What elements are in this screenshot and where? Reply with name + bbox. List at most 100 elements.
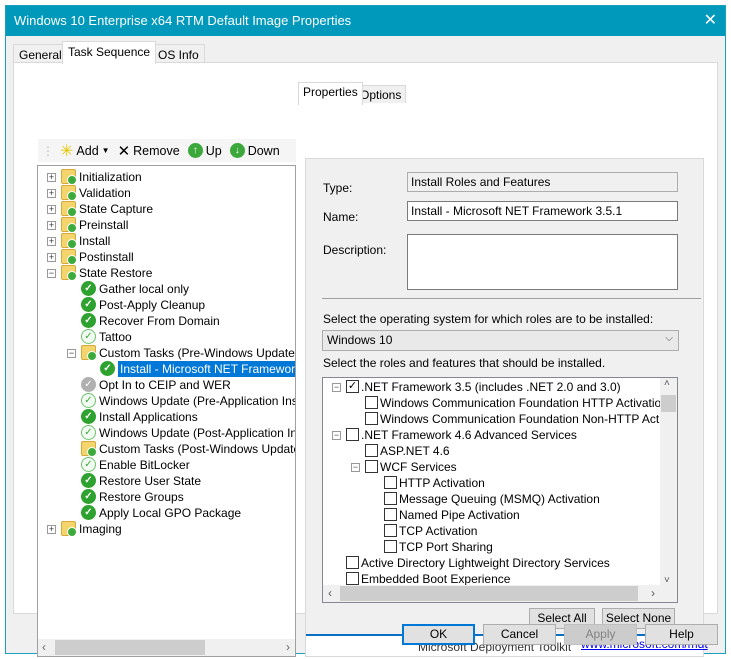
features-vertical-scrollbar[interactable]: ˄ ˅ <box>660 378 677 586</box>
feature-checkbox[interactable] <box>384 476 397 489</box>
feature-checkbox[interactable] <box>384 540 397 553</box>
feature-checkbox[interactable] <box>346 428 359 441</box>
collapse-icon[interactable]: − <box>332 383 341 392</box>
tab-task-sequence[interactable]: Task Sequence <box>62 41 157 64</box>
task-sequence-page: ⋮ ✳ Add ▼ ✕ Remove ↑ Up ↓ Down ‹ › + Initializ… <box>13 62 718 657</box>
tab-properties[interactable]: Properties <box>298 82 363 105</box>
feature-checkbox[interactable] <box>346 556 359 569</box>
tree-item-label: State Restore <box>79 266 153 280</box>
tree-item-label: Tattoo <box>99 330 132 344</box>
check-outline-icon: ✓ <box>81 393 96 408</box>
os-dropdown-value: Windows 10 <box>327 333 393 347</box>
feature-checkbox[interactable] <box>346 572 359 585</box>
collapse-icon[interactable]: − <box>47 269 56 278</box>
expand-icon[interactable]: + <box>47 189 56 198</box>
apply-button[interactable]: Apply <box>564 624 637 645</box>
feature-checkbox[interactable] <box>365 396 378 409</box>
feature-label: Windows Communication Foundation HTTP Ac… <box>380 396 668 410</box>
expand-icon[interactable]: + <box>47 173 56 182</box>
cancel-button[interactable]: Cancel <box>483 624 556 645</box>
remove-button[interactable]: ✕ Remove <box>116 142 182 160</box>
folder-icon <box>81 441 97 457</box>
feature-checkbox[interactable] <box>384 508 397 521</box>
scroll-left-icon[interactable]: ‹ <box>328 586 332 600</box>
tree-item-label: Gather local only <box>99 282 190 296</box>
help-button[interactable]: Help <box>645 624 718 645</box>
check-outline-icon: ✓ <box>81 425 96 440</box>
check-green-icon: ✓ <box>81 473 96 488</box>
up-button[interactable]: ↑ Up <box>186 143 224 158</box>
expand-icon[interactable]: + <box>47 253 56 262</box>
down-label: Down <box>247 143 280 158</box>
check-outline-icon: ✓ <box>81 457 96 472</box>
scrollbar-thumb[interactable] <box>661 395 676 412</box>
add-star-icon: ✳ <box>60 142 74 160</box>
scrollbar-thumb[interactable] <box>55 640 205 655</box>
feature-checkbox[interactable] <box>384 492 397 505</box>
scroll-left-icon[interactable]: ‹ <box>42 640 46 654</box>
check-green-icon: ✓ <box>100 361 115 376</box>
tree-item-label: Postinstall <box>79 250 134 264</box>
expand-icon[interactable]: + <box>47 525 56 534</box>
name-input[interactable]: Install - Microsoft NET Framework 3.5.1 <box>407 201 678 221</box>
feature-label: .NET Framework 4.6 Advanced Services <box>361 428 577 442</box>
tree-horizontal-scrollbar[interactable]: ‹ › <box>38 639 295 656</box>
feature-label: Message Queuing (MSMQ) Activation <box>399 492 600 506</box>
folder-icon <box>61 265 77 281</box>
feature-checkbox[interactable] <box>365 460 378 473</box>
tree-item-label: Install <box>79 234 111 248</box>
os-dropdown[interactable]: Windows 10 ⌵ <box>322 330 679 351</box>
title-bar[interactable]: Windows 10 Enterprise x64 RTM Default Im… <box>6 6 725 36</box>
tree-item-label: Validation <box>79 186 131 200</box>
tree-item-label: Custom Tasks (Pre-Windows Update) <box>99 346 296 360</box>
task-sequence-tree[interactable]: ‹ › + Initialization + Validation + State Cap… <box>37 165 296 657</box>
folder-icon <box>61 521 77 537</box>
window-title: Windows 10 Enterprise x64 RTM Default Im… <box>14 13 352 28</box>
expand-icon[interactable]: + <box>47 205 56 214</box>
feature-label: WCF Services <box>380 460 457 474</box>
tree-item-label: Recover From Domain <box>99 314 220 328</box>
remove-x-icon: ✕ <box>117 142 131 160</box>
feature-label: Active Directory Lightweight Directory S… <box>361 556 610 570</box>
scroll-right-icon[interactable]: › <box>651 586 655 600</box>
folder-icon <box>61 201 77 217</box>
arrow-down-icon: ↓ <box>229 143 245 158</box>
expand-icon[interactable]: + <box>47 221 56 230</box>
folder-icon <box>61 185 77 201</box>
feature-checkbox[interactable] <box>365 412 378 425</box>
tree-item-label: State Capture <box>79 202 154 216</box>
tree-item-label: Post-Apply Cleanup <box>99 298 206 312</box>
tab-options[interactable]: Options <box>355 85 407 103</box>
feature-checkbox[interactable] <box>384 524 397 537</box>
tree-item-label: Install Applications <box>99 410 198 424</box>
feature-label: Windows Communication Foundation Non-HTT… <box>380 412 678 426</box>
close-icon[interactable]: ✕ <box>704 10 717 30</box>
tree-item-label: Opt In to CEIP and WER <box>99 378 231 392</box>
scroll-right-icon[interactable]: › <box>286 640 290 654</box>
add-button[interactable]: ✳ Add ▼ <box>58 141 112 161</box>
description-input[interactable] <box>407 234 678 290</box>
collapse-icon[interactable]: − <box>332 431 341 440</box>
feature-label: Named Pipe Activation <box>399 508 520 522</box>
properties-panel: Type: Install Roles and Features Name: I… <box>305 158 708 657</box>
check-green-icon: ✓ <box>81 489 96 504</box>
collapse-icon[interactable]: − <box>351 463 360 472</box>
up-label: Up <box>205 143 222 158</box>
tree-item-label: Custom Tasks (Post-Windows Update) <box>99 442 296 456</box>
check-green-icon: ✓ <box>81 281 96 296</box>
feature-checkbox[interactable] <box>365 444 378 457</box>
toolbar-grip[interactable]: ⋮ <box>42 144 54 158</box>
features-list[interactable]: Embedded Boot Experience Active Directory… <box>322 377 678 603</box>
scroll-up-icon[interactable]: ˄ <box>664 378 670 389</box>
collapse-icon[interactable]: − <box>67 349 76 358</box>
tree-item-label: Restore Groups <box>99 490 184 504</box>
feature-label: TCP Port Sharing <box>399 540 493 554</box>
folder-icon <box>61 169 77 185</box>
folder-icon <box>61 217 77 233</box>
ok-button[interactable]: OK <box>402 624 475 645</box>
features-horizontal-scrollbar[interactable]: ‹ › <box>323 585 677 602</box>
feature-checkbox[interactable]: ✓ <box>346 380 359 393</box>
expand-icon[interactable]: + <box>47 237 56 246</box>
down-button[interactable]: ↓ Down <box>228 143 282 158</box>
scrollbar-thumb[interactable] <box>340 586 638 601</box>
